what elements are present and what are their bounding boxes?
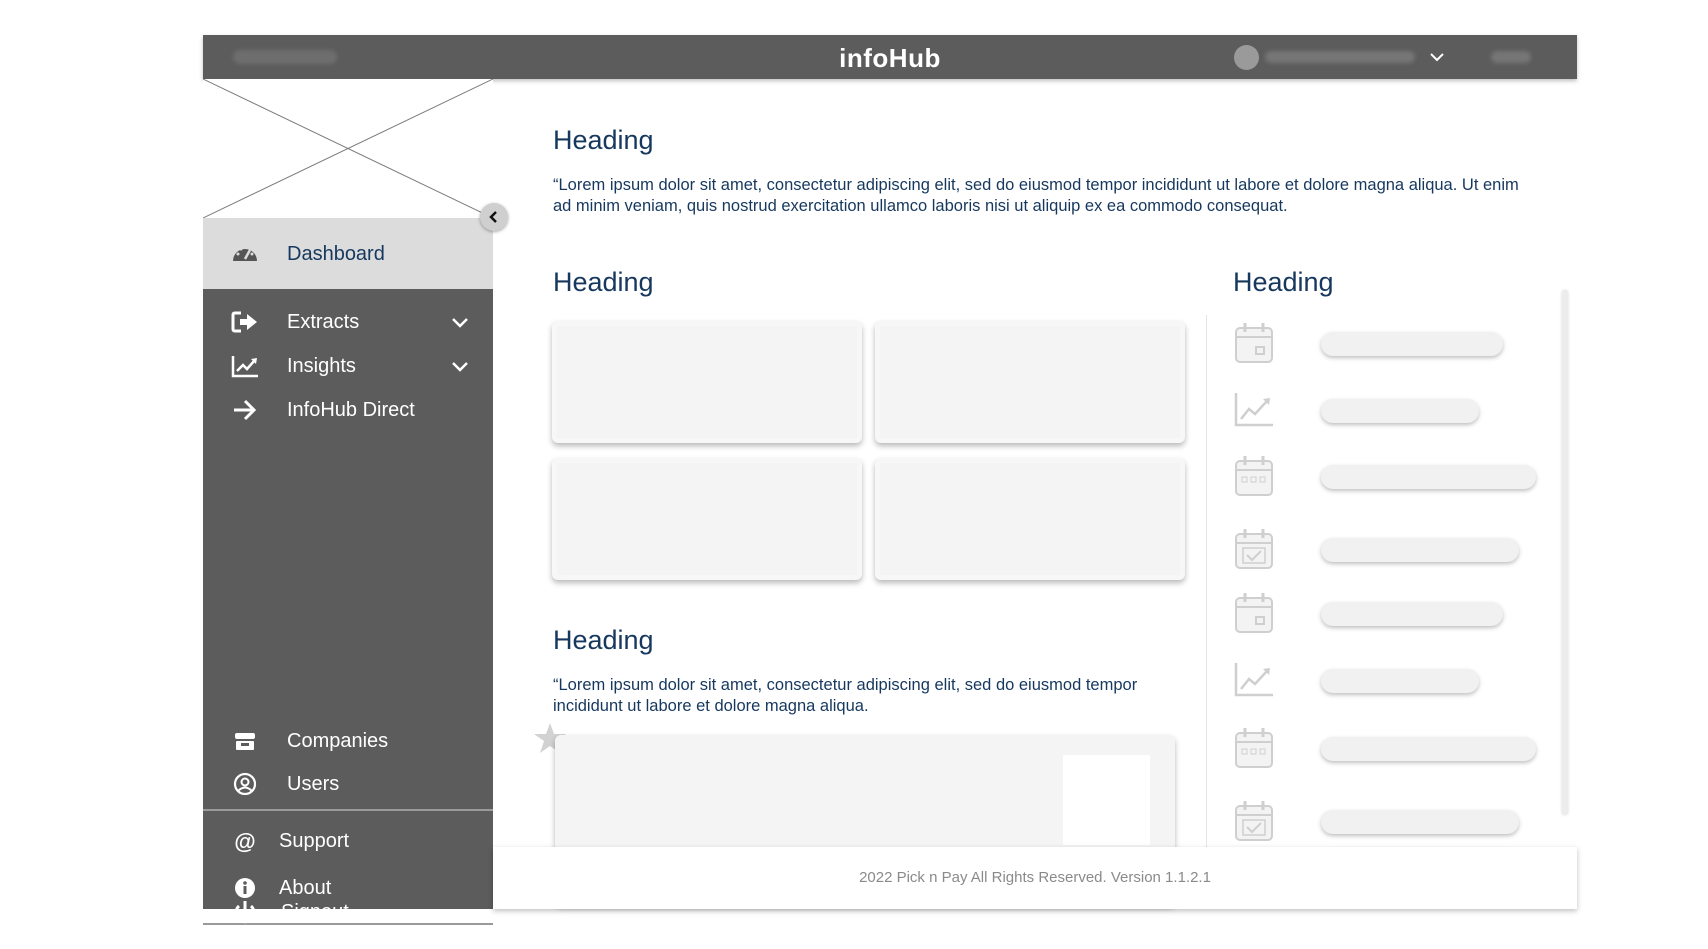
list-item[interactable] [1231,798,1561,848]
chart-icon [1234,663,1273,697]
list-item[interactable] [1231,526,1561,576]
at-icon: @ [234,829,255,853]
footer: 2022 Pick n Pay All Rights Reserved. Ver… [493,847,1577,909]
list-item[interactable] [1231,590,1561,640]
list-item-placeholder [1321,538,1519,562]
list-item-placeholder [1321,669,1479,693]
power-icon [234,901,256,924]
chevron-left-icon [489,211,497,223]
sidebar-item-label: Extracts [287,311,360,333]
dashboard-card[interactable] [552,458,862,580]
svg-text:@: @ [234,829,255,853]
list-item-placeholder [1321,399,1479,423]
section-text: “Lorem ipsum dolor sit amet, consectetur… [553,676,1138,715]
collapse-sidebar-button[interactable] [480,203,508,231]
dashboard-card[interactable] [875,458,1185,580]
page-heading: Heading [553,125,654,155]
sidebar-item-companies[interactable]: Companies [203,719,493,763]
signout-button[interactable]: Signout [203,890,493,934]
line-chart-icon [231,356,258,378]
sidebar-item-label: Insights [287,355,356,377]
arrow-right-icon [234,399,257,421]
calendar-check-icon [1235,801,1273,841]
list-item[interactable] [1231,320,1561,370]
sidebar-item-label: Dashboard [287,243,385,265]
chevron-down-icon [452,362,468,372]
sidebar-item-label: Companies [287,730,389,752]
list-heading: Heading [1233,267,1334,297]
user-circle-icon [233,772,257,796]
top-bar: infoHub [203,35,1577,79]
chevron-down-icon [452,318,468,328]
list-item-placeholder [1321,465,1536,489]
list-item[interactable] [1231,657,1561,707]
list-item-placeholder [1321,737,1536,761]
sidebar-item-dashboard[interactable]: Dashboard [203,218,493,289]
sidebar-item-label: Support [279,830,350,852]
section-heading: Heading [553,267,654,297]
chevron-down-icon[interactable] [1427,47,1447,67]
sidebar-item-users[interactable]: Users [203,762,493,806]
calendar-icon [1235,593,1273,633]
chart-icon [1234,393,1273,427]
list-scrollbar[interactable] [1562,290,1568,815]
column-divider [1206,315,1207,850]
calendar-grid-icon [1235,728,1273,768]
sidebar-item-support[interactable]: @ Support [203,819,493,863]
logo-placeholder [202,78,494,219]
store-icon [235,733,255,750]
list-item[interactable] [1231,725,1561,775]
list-item-placeholder [1321,332,1503,356]
intro-text: “Lorem ipsum dolor sit amet, consectetur… [553,176,1519,215]
dashboard-card[interactable] [875,321,1185,443]
calendar-check-icon [1235,529,1273,569]
sidebar-item-infohub-direct[interactable]: InfoHub Direct [203,388,493,432]
card-thumbnail [1063,755,1150,845]
list-item[interactable] [1231,453,1561,503]
image-placeholder-icon [202,78,494,219]
sidebar-item-label: Signout [281,901,349,923]
sidebar-item-extracts[interactable]: Extracts [203,300,493,344]
list-item-placeholder [1321,602,1503,626]
section-heading: Heading [553,625,654,655]
list-item[interactable] [1231,387,1561,437]
sidebar-divider [203,809,493,811]
speedometer-icon [233,247,257,261]
dashboard-card[interactable] [552,321,862,443]
sidebar-item-label: InfoHub Direct [287,399,415,421]
avatar[interactable] [1234,45,1259,70]
app-frame: infoHub Dashboard Extracts Insights Info… [202,35,1577,925]
calendar-grid-icon [1235,456,1273,496]
user-name-blurred[interactable] [1265,51,1415,63]
sign-out-arrow-icon [231,311,257,333]
calendar-icon [1235,323,1273,363]
sidebar-item-insights[interactable]: Insights [203,344,493,388]
list-item-placeholder [1321,810,1519,834]
footer-text: 2022 Pick n Pay All Rights Reserved. Ver… [859,869,1211,886]
sidebar: Dashboard Extracts Insights InfoHub Dire… [202,78,494,925]
sidebar-item-label: Users [287,773,340,795]
help-link-blurred[interactable] [1491,51,1531,63]
